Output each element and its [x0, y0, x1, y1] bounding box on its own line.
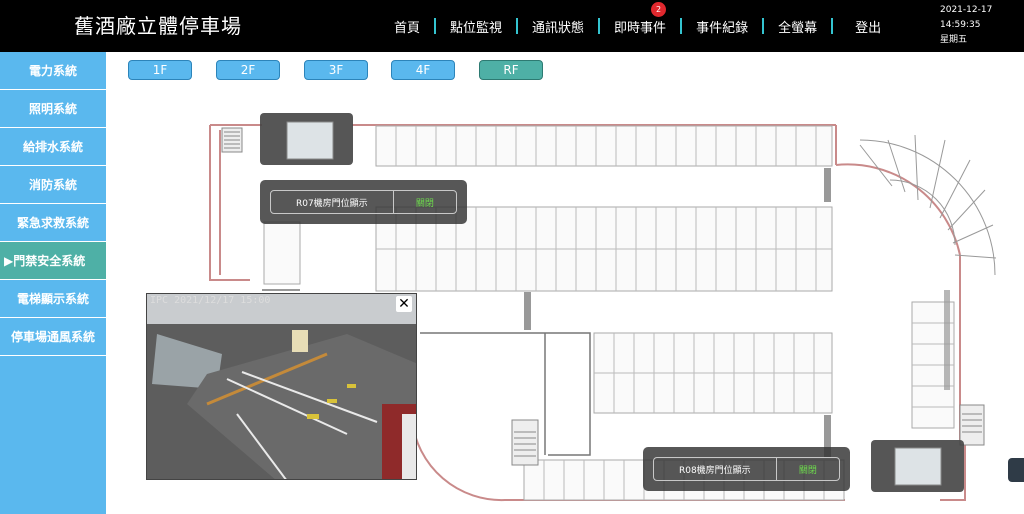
r07-door-label: R07機房門位顯示 — [271, 191, 394, 213]
app-title: 舊酒廠立體停車場 — [74, 14, 242, 38]
nav-live-events-label: 即時事件 — [614, 20, 667, 36]
floor-tab-1f[interactable]: 1F — [128, 60, 192, 80]
clock: 2021-12-17 14:59:35 星期五 — [940, 3, 992, 48]
camera-feed-window: IPC 2021/12/17 15:00 ✕ — [146, 293, 417, 480]
nav-live-events[interactable]: 即時事件 2 — [600, 2, 680, 36]
sidebar-item-elevator[interactable]: 電梯顯示系統 — [0, 280, 106, 318]
main-nav: 首頁 點位監視 通訊狀態 即時事件 2 事件紀錄 全螢幕 登出 — [380, 0, 895, 52]
nav-point-monitor[interactable]: 點位監視 — [436, 16, 516, 36]
sidebar-item-lighting[interactable]: 照明系統 — [0, 90, 106, 128]
nav-logout[interactable]: 登出 — [833, 16, 895, 36]
r07-door-popup: R07機房門位顯示 關閉 — [260, 180, 467, 224]
r08-door-label: R08機房門位顯示 — [654, 458, 777, 480]
sidebar-item-emergency[interactable]: 緊急求救系統 — [0, 204, 106, 242]
side-panel-toggle[interactable] — [1008, 458, 1024, 482]
r08-door-popup: R08機房門位顯示 關閉 — [643, 447, 850, 491]
spiral-ramp — [859, 134, 997, 276]
nav-home[interactable]: 首頁 — [380, 16, 434, 36]
floor-tab-2f[interactable]: 2F — [216, 60, 280, 80]
floor-tab-3f[interactable]: 3F — [304, 60, 368, 80]
r08-door-status: 關閉 — [798, 465, 817, 476]
camera-image — [147, 294, 416, 479]
sidebar-item-ventilation[interactable]: 停車場通風系統 — [0, 318, 106, 356]
sidebar-item-power[interactable]: 電力系統 — [0, 52, 106, 90]
sidebar-item-access-control[interactable]: ▶門禁安全系統 — [0, 242, 106, 280]
clock-date: 2021-12-17 — [940, 5, 993, 15]
floor-tab-4f[interactable]: 4F — [391, 60, 455, 80]
clock-time: 14:59:35 — [940, 20, 981, 30]
nav-comm-status[interactable]: 通訊狀態 — [518, 16, 598, 36]
sidebar-item-water[interactable]: 給排水系統 — [0, 128, 106, 166]
sidebar-item-fire[interactable]: 消防系統 — [0, 166, 106, 204]
camera-overlay-text: IPC 2021/12/17 15:00 — [150, 295, 271, 306]
app-window: 舊酒廠立體停車場 首頁 點位監視 通訊狀態 即時事件 2 事件紀錄 全螢幕 登出… — [0, 0, 1024, 514]
floor-tab-rf[interactable]: RF — [479, 60, 543, 80]
event-count-badge: 2 — [651, 2, 667, 17]
nav-event-log[interactable]: 事件紀錄 — [682, 16, 762, 36]
r07-door-status: 關閉 — [415, 198, 434, 209]
nav-fullscreen[interactable]: 全螢幕 — [764, 16, 831, 36]
clock-weekday: 星期五 — [940, 35, 968, 45]
close-icon[interactable]: ✕ — [396, 296, 412, 312]
top-header: 舊酒廠立體停車場 首頁 點位監視 通訊狀態 即時事件 2 事件紀錄 全螢幕 登出… — [0, 0, 1024, 52]
system-sidebar: 電力系統 照明系統 給排水系統 消防系統 緊急求救系統 ▶門禁安全系統 電梯顯示… — [0, 52, 106, 514]
